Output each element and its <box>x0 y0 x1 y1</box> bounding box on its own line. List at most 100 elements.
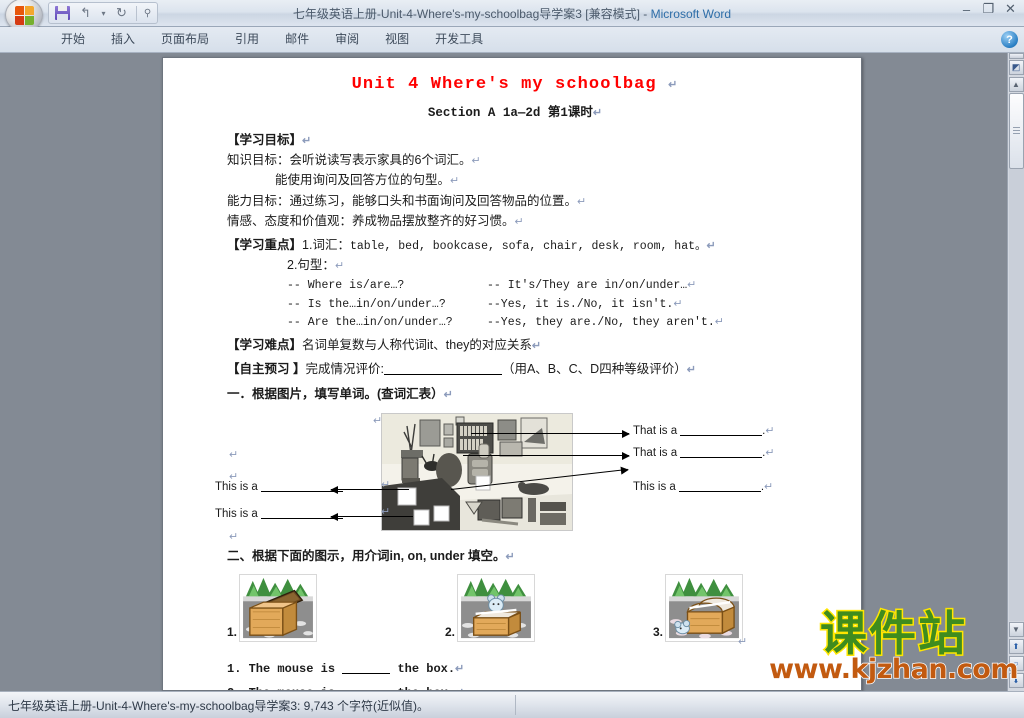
exercise2-picture-row: 1. 2. 3. ↵ <box>213 573 817 654</box>
label-text: That is a <box>633 425 678 438</box>
word-window: ↰ ▾ ↻ ⚲ 七年级英语上册-Unit-4-Where's-my-school… <box>0 0 1024 718</box>
tab-references[interactable]: 引用 <box>222 27 272 52</box>
focus-heading: 【学习重点】1.词汇：table, bed, bookcase, sofa, c… <box>213 236 817 256</box>
exercise2-heading: 二、根据下面的图示，用介词in, on, under 填空。↵ <box>213 547 817 566</box>
objective-text: 能使用询问及回答方位的句型。 <box>275 173 451 188</box>
objective-text: 情感、态度和价值观：养成物品摆放整齐的好习惯。 <box>227 214 515 229</box>
document-body: Unit 4 Where's my schoolbag ↵ Section A … <box>163 58 861 690</box>
tab-home[interactable]: 开始 <box>48 27 98 52</box>
answer-blank[interactable] <box>342 672 391 674</box>
paragraph-mark: ↵ <box>714 316 724 329</box>
answer-blank[interactable] <box>680 435 763 437</box>
label-text: This is a <box>215 481 258 494</box>
minimize-button[interactable]: – <box>957 1 976 17</box>
status-bar-text: 七年级英语上册-Unit-4-Where's-my-schoolbag导学案3:… <box>8 698 430 713</box>
document-page: Unit 4 Where's my schoolbag ↵ Section A … <box>162 57 862 691</box>
preview-blank-field[interactable] <box>383 373 502 375</box>
paragraph-mark: ↵ <box>471 155 481 168</box>
objective-ability: 能力目标：通过练习，能够口头和书面询问及回答物品的位置。↵ <box>213 192 817 211</box>
exercise1-heading-text: 一．根据图片，填写单词。(查词汇表） <box>227 386 444 401</box>
page-title-text: Unit 4 Where's my schoolbag <box>351 75 657 94</box>
window-title: 七年级英语上册-Unit-4-Where's-my-schoolbag导学案3 … <box>0 5 1024 22</box>
paragraph-mark: ↵ <box>592 107 603 120</box>
exercise1-left-label-2: This is a <box>215 506 343 524</box>
split-window-handle[interactable] <box>1008 53 1024 59</box>
exercise2-question-2: 2. The mouse is the box.↵ <box>213 684 817 690</box>
scrollbar-track[interactable] <box>1008 169 1024 621</box>
status-bar-divider <box>515 695 516 715</box>
tab-page-layout[interactable]: 页面布局 <box>148 27 222 52</box>
page-title: Unit 4 Where's my schoolbag ↵ <box>213 72 817 98</box>
paragraph-mark: ↵ <box>443 388 453 401</box>
pattern-row-3: -- Are the…in/on/under…? --Yes, they are.… <box>213 314 817 332</box>
question-post: the box. <box>397 661 456 676</box>
paragraph-mark: ↵ <box>738 635 748 648</box>
paragraph-mark: ↵ <box>229 449 239 462</box>
preview-heading-text: 【自主预习 】 <box>227 361 306 376</box>
exercise1-heading: 一．根据图片，填写单词。(查词汇表）↵ <box>213 385 817 404</box>
preview-heading: 【自主预习 】完成情况评价: （用A、B、C、D四种等级评价）↵ <box>213 360 817 379</box>
status-bar: 七年级英语上册-Unit-4-Where's-my-schoolbag导学案3:… <box>0 691 1024 718</box>
picture-number: 1. <box>227 625 238 640</box>
tab-review[interactable]: 审阅 <box>322 27 372 52</box>
paragraph-mark: ↵ <box>764 481 774 494</box>
ribbon-tab-bar: 开始 插入 页面布局 引用 邮件 审阅 视图 开发工具 ? <box>0 27 1024 53</box>
title-bar: ↰ ▾ ↻ ⚲ 七年级英语上册-Unit-4-Where's-my-school… <box>0 0 1024 32</box>
arrow-to-right-label-1 <box>471 429 630 438</box>
focus-heading-text: 【学习重点】 <box>227 237 303 252</box>
answer-blank[interactable] <box>680 457 763 459</box>
select-browse-object-button[interactable]: ○ <box>1008 656 1024 671</box>
objective-text: 知识目标：会听说读写表示家具的6个词汇。 <box>227 153 472 168</box>
next-page-button[interactable]: ⬇ <box>1008 673 1024 688</box>
tab-mailings[interactable]: 邮件 <box>272 27 322 52</box>
label-text: This is a <box>215 508 258 521</box>
window-title-document: 七年级英语上册-Unit-4-Where's-my-schoolbag导学案3 … <box>292 6 640 21</box>
paragraph-mark: ↵ <box>531 340 542 353</box>
label-text: This is a <box>633 481 676 494</box>
difficulty-text: 名词单复数与人称代词it、they的对应关系 <box>302 338 532 353</box>
mouse-under-box-picture <box>665 573 744 642</box>
paragraph-mark: ↵ <box>229 531 239 544</box>
help-icon[interactable]: ? <box>1001 31 1018 48</box>
window-title-app: Microsoft Word <box>650 6 732 21</box>
objectives-heading-text: 【学习目标】 <box>227 132 303 147</box>
focus-pattern-number: 2.句型： <box>287 258 335 273</box>
room-illustration-svg <box>382 414 572 531</box>
paragraph-mark: ↵ <box>686 363 696 376</box>
pattern-question: -- Where is/are…? <box>287 278 405 292</box>
paragraph-mark: ↵ <box>514 216 524 229</box>
focus-vocab-number: 1.词汇： <box>302 237 350 252</box>
document-workspace: Unit 4 Where's my schoolbag ↵ Section A … <box>0 53 1024 691</box>
objective-text: 能力目标：通过练习，能够口头和书面询问及回答物品的位置。 <box>227 193 578 208</box>
tab-view[interactable]: 视图 <box>372 27 422 52</box>
window-controls: – ❐ ✕ <box>957 1 1020 17</box>
answer-blank[interactable] <box>678 491 761 493</box>
close-button[interactable]: ✕ <box>1001 1 1020 17</box>
vertical-scrollbar[interactable]: ◩ ▲ ▼ ⬆ ○ ⬇ <box>1007 53 1024 691</box>
arrow-to-left-label-1 <box>330 485 409 494</box>
scrollbar-thumb[interactable] <box>1008 93 1024 169</box>
objectives-heading: 【学习目标】↵ <box>213 131 817 150</box>
mouse-in-box-picture <box>239 573 318 642</box>
scrollbar-grip-icon <box>1012 126 1020 136</box>
focus-pattern-heading: 2.句型：↵ <box>213 256 817 275</box>
pattern-answer: --Yes, they are./No, they aren't. <box>487 316 715 330</box>
pattern-answer: -- It's/They are in/on/under… <box>487 278 688 292</box>
previous-page-button[interactable]: ⬆ <box>1008 639 1024 654</box>
exercise1-right-label-2: That is a .↵ <box>633 445 775 463</box>
paragraph-mark: ↵ <box>334 260 345 273</box>
arrow-to-left-label-2 <box>330 512 413 521</box>
tab-insert[interactable]: 插入 <box>98 27 148 52</box>
exercise1-right-label-1: That is a .↵ <box>633 423 775 441</box>
objective-knowledge-2: 能使用询问及回答方位的句型。↵ <box>213 171 817 190</box>
exercise2-heading-text: 二、根据下面的图示，用介词in, on, under 填空。 <box>227 549 506 564</box>
restore-button[interactable]: ❐ <box>979 1 998 17</box>
paragraph-mark: ↵ <box>381 506 391 519</box>
scroll-up-button[interactable]: ▲ <box>1008 77 1024 92</box>
browse-object-icon[interactable]: ◩ <box>1008 60 1024 75</box>
picture-number: 2. <box>445 625 456 640</box>
paragraph-mark: ↵ <box>381 479 391 492</box>
tab-developer[interactable]: 开发工具 <box>422 27 496 52</box>
exercise2-question-1: 1. The mouse is the box.↵ <box>213 660 817 679</box>
scroll-down-button[interactable]: ▼ <box>1008 622 1024 637</box>
